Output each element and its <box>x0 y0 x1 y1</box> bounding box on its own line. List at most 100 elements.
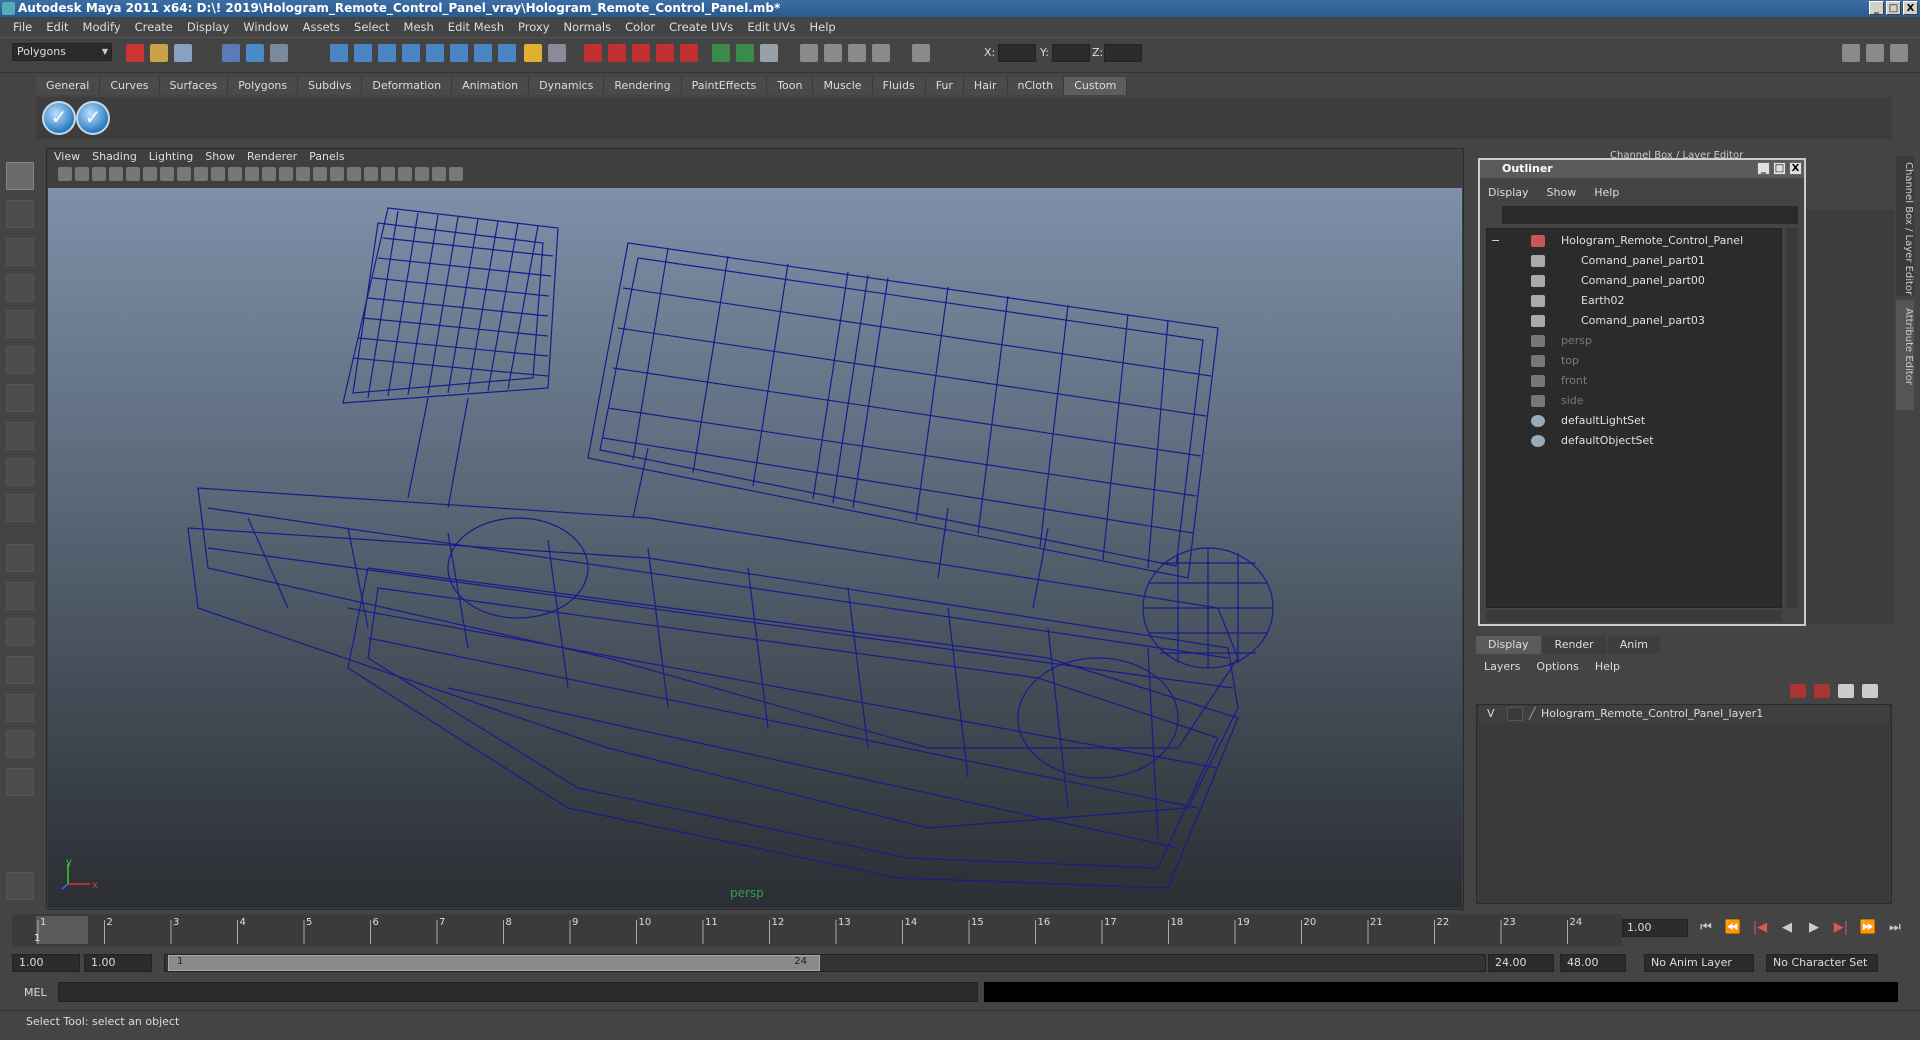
outliner-menu-show[interactable]: Show <box>1547 186 1577 199</box>
outliner-menu-help[interactable]: Help <box>1594 186 1619 199</box>
layer-name[interactable]: Hologram_Remote_Control_Panel_layer1 <box>1541 707 1763 720</box>
outliner-collapse-toggle[interactable]: − <box>1491 233 1500 249</box>
persp-graph-hypergraph-layout-icon[interactable] <box>6 730 34 758</box>
layer-playback-toggle[interactable] <box>1507 707 1523 721</box>
command-language-toggle[interactable]: MEL <box>24 986 47 999</box>
outliner-item[interactable]: Comand_panel_part01 <box>1581 253 1705 269</box>
shelf-tab-general[interactable]: General <box>36 77 101 95</box>
x-field[interactable] <box>998 44 1036 62</box>
render-view-icon[interactable] <box>680 44 698 62</box>
snap-grid-icon[interactable] <box>330 44 348 62</box>
animation-start-field[interactable]: 1.00 <box>84 954 152 972</box>
outliner-item[interactable]: defaultObjectSet <box>1561 433 1654 449</box>
snap-point-icon[interactable] <box>378 44 396 62</box>
menu-normals[interactable]: Normals <box>557 20 619 34</box>
paint-select-tool-icon[interactable] <box>6 238 34 266</box>
snap-view-icon[interactable] <box>450 44 468 62</box>
custom-shelf-checkmark-button-2[interactable]: ✓ <box>76 101 110 135</box>
time-slider[interactable]: 1 1 2 3 4 5 6 7 8 9 10 11 12 13 14 15 16 17 18 19 20 21 22 23 2… <box>12 914 1622 946</box>
shelf-tab-fluids[interactable]: Fluids <box>872 77 926 95</box>
resolution-gate-icon[interactable] <box>872 44 890 62</box>
step-forward-key-icon[interactable]: ⏩ <box>1858 920 1878 936</box>
layer-menu-layers[interactable]: Layers <box>1484 660 1520 673</box>
layout-options-icon[interactable] <box>6 768 34 796</box>
outliner-close-button[interactable]: X <box>1789 162 1802 175</box>
shelf-tab-fur[interactable]: Fur <box>925 77 964 95</box>
shelf-tab-hair[interactable]: Hair <box>963 77 1008 95</box>
step-back-key-icon[interactable]: ⏪ <box>1723 920 1743 936</box>
image-plane-icon[interactable] <box>109 167 123 181</box>
z-field[interactable] <box>1104 44 1142 62</box>
shelf-tab-deformation[interactable]: Deformation <box>362 77 453 95</box>
y-field[interactable] <box>1052 44 1090 62</box>
scale-tool-icon[interactable] <box>6 346 34 374</box>
step-back-frame-icon[interactable]: |◀ <box>1750 920 1770 936</box>
snap-surface-icon[interactable] <box>426 44 444 62</box>
menu-modify[interactable]: Modify <box>76 20 128 34</box>
outliner-horizontal-scrollbar[interactable] <box>1486 610 1782 622</box>
shelf-tab-dynamics[interactable]: Dynamics <box>529 77 605 95</box>
select-tool-icon[interactable] <box>6 162 34 190</box>
outliner-item[interactable]: defaultLightSet <box>1561 413 1645 429</box>
viewport-menu-panels[interactable]: Panels <box>309 150 352 164</box>
outliner-item[interactable]: Comand_panel_part00 <box>1581 273 1705 289</box>
anim-layer-dropdown[interactable]: No Anim Layer <box>1644 954 1754 972</box>
snap-live-icon[interactable] <box>474 44 492 62</box>
wireframe-on-shaded-icon[interactable] <box>313 167 327 181</box>
show-manipulator-icon[interactable] <box>6 458 34 486</box>
render-frame-icon[interactable] <box>584 44 602 62</box>
outliner-maximize-button[interactable]: □ <box>1773 162 1786 175</box>
resolution-gate-icon[interactable] <box>194 167 208 181</box>
shelf-tab-toon[interactable]: Toon <box>767 77 814 95</box>
character-set-dropdown[interactable]: No Character Set <box>1766 954 1878 972</box>
attribute-editor-side-tab[interactable]: Attribute Editor <box>1896 300 1914 410</box>
layer-menu-options[interactable]: Options <box>1536 660 1578 673</box>
tool-settings-toggle-icon[interactable] <box>1866 44 1884 62</box>
shelf-tab-painteffects[interactable]: PaintEffects <box>681 77 768 95</box>
snap-curve-icon[interactable] <box>354 44 372 62</box>
current-time-field[interactable]: 1.00 <box>1622 919 1688 937</box>
shelf-tab-subdivs[interactable]: Subdivs <box>298 77 363 95</box>
shadows-icon[interactable] <box>364 167 378 181</box>
new-layer-icon[interactable] <box>1790 684 1806 698</box>
animation-end-field[interactable]: 48.00 <box>1560 954 1626 972</box>
persp-outliner-layout-icon[interactable] <box>6 618 34 646</box>
select-hierarchy-icon[interactable] <box>222 44 240 62</box>
film-gate-icon[interactable] <box>848 44 866 62</box>
outliner-filter-input[interactable] <box>1502 206 1798 224</box>
viewport-menu-view[interactable]: View <box>54 150 88 164</box>
shelf-tab-rendering[interactable]: Rendering <box>604 77 682 95</box>
safe-title-icon[interactable] <box>262 167 276 181</box>
lock-icon[interactable] <box>524 44 542 62</box>
isolate-select-icon[interactable] <box>398 167 412 181</box>
range-slider-handle[interactable]: 1 24 <box>168 955 820 971</box>
move-tool-icon[interactable] <box>6 274 34 302</box>
layer-visibility-toggle[interactable]: V <box>1487 707 1495 720</box>
select-object-icon[interactable] <box>246 44 264 62</box>
range-start-field[interactable]: 1.00 <box>12 954 80 972</box>
camera-attributes-icon[interactable] <box>75 167 89 181</box>
grid-toggle-icon[interactable] <box>824 44 842 62</box>
layer-color-swatch-icon[interactable]: ╱ <box>1529 707 1536 720</box>
high-quality-icon[interactable] <box>381 167 395 181</box>
shelf-tab-polygons[interactable]: Polygons <box>228 77 299 95</box>
smooth-shade-icon[interactable] <box>296 167 310 181</box>
step-forward-frame-icon[interactable]: ▶| <box>1831 920 1851 936</box>
menu-assets[interactable]: Assets <box>296 20 347 34</box>
viewport-menu-show[interactable]: Show <box>205 150 243 164</box>
menu-display[interactable]: Display <box>180 20 236 34</box>
menu-color[interactable]: Color <box>618 20 662 34</box>
wireframe-icon[interactable] <box>279 167 293 181</box>
layer-move-down-icon[interactable] <box>1862 684 1878 698</box>
layer-tab-anim[interactable]: Anim <box>1607 636 1660 654</box>
new-layer-from-selection-icon[interactable] <box>1814 684 1830 698</box>
perspective-viewport[interactable] <box>48 188 1462 908</box>
menu-edit-uvs[interactable]: Edit UVs <box>740 20 802 34</box>
outliner-item[interactable]: Earth02 <box>1581 293 1625 309</box>
input-line-icon[interactable] <box>712 44 730 62</box>
outliner-menu-display[interactable]: Display <box>1488 186 1529 199</box>
outliner-item[interactable]: top <box>1561 353 1579 369</box>
input-ops-icon[interactable] <box>548 44 566 62</box>
sidebar-toggle-icon[interactable] <box>736 44 754 62</box>
absolute-transform-icon[interactable] <box>912 44 930 62</box>
